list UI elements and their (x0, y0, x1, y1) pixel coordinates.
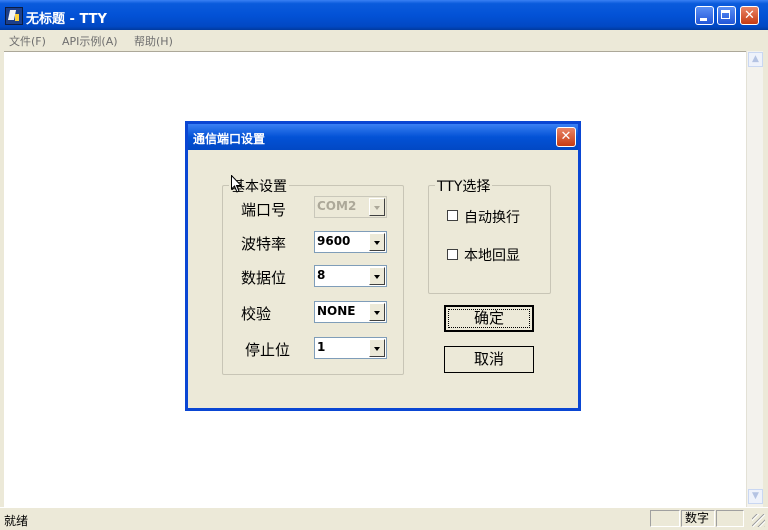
vertical-scrollbar[interactable]: ▲ ▼ (746, 51, 763, 507)
dialog-close-button[interactable]: ✕ (556, 127, 576, 147)
status-pane-caps (650, 510, 680, 527)
status-pane-scroll (716, 510, 744, 527)
baud-rate-select[interactable]: 9600 (314, 231, 387, 253)
menu-api-examples[interactable]: API示例(A) (62, 33, 118, 49)
cancel-label: 取消 (473, 350, 504, 368)
local-echo-checkbox[interactable] (447, 249, 458, 260)
tty-select-group: TTY选择 (428, 176, 551, 294)
close-icon: ✕ (560, 129, 572, 144)
chevron-down-icon[interactable] (369, 303, 385, 321)
maximize-button[interactable] (717, 6, 736, 25)
baud-rate-value: 9600 (317, 234, 351, 248)
chevron-down-icon[interactable] (369, 339, 385, 357)
menu-file[interactable]: 文件(F) (9, 33, 46, 49)
ok-label: 确定 (473, 309, 504, 327)
resize-grip-icon[interactable] (752, 514, 765, 527)
close-icon: ✕ (744, 8, 755, 23)
local-echo-label[interactable]: 本地回显 (464, 245, 520, 265)
app-icon[interactable] (5, 7, 23, 25)
cancel-button[interactable]: 取消 (444, 346, 534, 373)
stop-bits-value: 1 (317, 340, 326, 354)
dialog-title: 通信端口设置 (193, 132, 266, 146)
stop-bits-label: 停止位 (245, 341, 291, 359)
close-button[interactable]: ✕ (740, 6, 759, 25)
port-label: 端口号 (241, 201, 287, 219)
menu-bar: 文件(F) API示例(A) 帮助(H) (0, 30, 768, 50)
chevron-down-icon[interactable] (369, 267, 385, 285)
parity-select[interactable]: NONE (314, 301, 387, 323)
minimize-icon (700, 18, 707, 21)
auto-wrap-label[interactable]: 自动换行 (464, 207, 520, 227)
status-pane-num: 数字 (681, 510, 715, 527)
auto-wrap-checkbox[interactable] (447, 210, 458, 221)
data-bits-value: 8 (317, 268, 326, 282)
parity-value: NONE (317, 304, 356, 318)
chevron-down-icon (369, 198, 385, 216)
baud-rate-label: 波特率 (241, 235, 287, 253)
status-text: 就绪 (4, 514, 29, 528)
scroll-up-icon[interactable]: ▲ (748, 52, 763, 67)
chevron-down-icon[interactable] (369, 233, 385, 251)
scroll-down-icon[interactable]: ▼ (748, 489, 763, 504)
comm-port-dialog: 通信端口设置 ✕ 基本设置 端口号 COM2 波特率 9600 数据位 8 校验… (185, 121, 581, 411)
window-title: 无标题 - TTY (26, 12, 107, 27)
tty-select-title: TTY选择 (435, 176, 493, 196)
data-bits-select[interactable]: 8 (314, 265, 387, 287)
ok-button[interactable]: 确定 (444, 305, 534, 332)
data-bits-label: 数据位 (241, 269, 287, 287)
menu-help[interactable]: 帮助(H) (134, 33, 173, 49)
maximize-icon (721, 10, 730, 19)
port-value: COM2 (317, 199, 357, 213)
minimize-button[interactable] (695, 6, 714, 25)
port-select: COM2 (314, 196, 387, 218)
mouse-cursor-icon (231, 175, 243, 193)
stop-bits-select[interactable]: 1 (314, 337, 387, 359)
parity-label: 校验 (241, 305, 272, 323)
main-title-bar[interactable]: 无标题 - TTY ✕ (0, 0, 768, 30)
dialog-title-bar[interactable]: 通信端口设置 ✕ (188, 124, 578, 150)
status-bar: 就绪 数字 (0, 507, 768, 530)
